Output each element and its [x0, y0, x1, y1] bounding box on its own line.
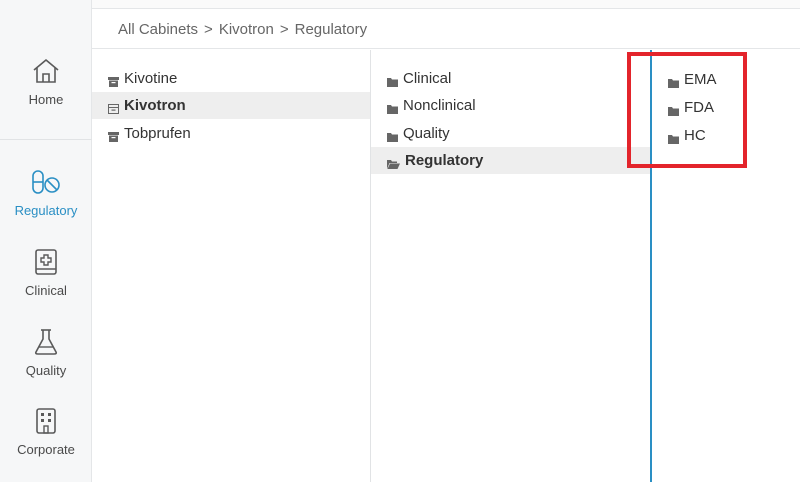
home-icon — [0, 57, 92, 85]
cabinet-open-icon — [108, 101, 119, 114]
section-label: Clinical — [403, 70, 452, 87]
folder-open-icon — [387, 156, 400, 169]
nav-label-corporate: Corporate — [17, 442, 75, 457]
folder-icon — [387, 74, 398, 87]
subfolders-column: EMA FDA HC — [650, 50, 800, 482]
nav-label-regulatory: Regulatory — [14, 203, 78, 218]
nav-label-quality: Quality — [25, 363, 67, 378]
breadcrumb-item-regulatory[interactable]: Regulatory — [295, 21, 368, 38]
cabinet-label: Kivotine — [124, 70, 178, 87]
cabinet-icon — [108, 129, 119, 142]
cabinet-item-kivotron[interactable]: Kivotron — [92, 92, 370, 119]
nav-item-quality[interactable]: Quality — [0, 328, 92, 378]
top-strip — [92, 0, 800, 9]
sections-column: Clinical Nonclinical Quality Regulatory — [371, 50, 650, 482]
section-item-quality[interactable]: Quality — [371, 120, 650, 147]
section-label: Nonclinical — [403, 97, 476, 114]
subfolder-item-fda[interactable]: FDA — [652, 94, 800, 121]
folder-icon — [387, 129, 398, 142]
section-label: Regulatory — [405, 152, 484, 169]
folder-icon — [387, 101, 398, 114]
cabinet-label: Tobprufen — [124, 125, 191, 142]
breadcrumb-separator: > — [204, 20, 213, 38]
subfolder-label: EMA — [684, 71, 717, 88]
folder-icon — [668, 103, 679, 116]
section-item-nonclinical[interactable]: Nonclinical — [371, 92, 650, 119]
nav-item-home[interactable]: Home — [0, 57, 92, 107]
cabinet-item-kivotine[interactable]: Kivotine — [92, 65, 370, 92]
breadcrumb-item-kivotron[interactable]: Kivotron — [219, 21, 274, 38]
folder-icon — [668, 131, 679, 144]
nav-item-clinical[interactable]: Clinical — [0, 248, 92, 298]
cabinet-label: Kivotron — [124, 97, 186, 114]
cabinet-item-tobprufen[interactable]: Tobprufen — [92, 120, 370, 147]
nav-label-home: Home — [28, 92, 64, 107]
subfolder-label: FDA — [684, 99, 714, 116]
nav-item-corporate[interactable]: Corporate — [0, 407, 92, 457]
breadcrumb: All Cabinets > Kivotron > Regulatory — [92, 10, 800, 49]
subfolder-item-hc[interactable]: HC — [652, 122, 800, 149]
flask-icon — [0, 328, 92, 356]
left-nav: Home Regulatory Clinical Quality Corpora… — [0, 0, 92, 482]
nav-divider — [0, 139, 92, 140]
breadcrumb-separator: > — [279, 20, 289, 38]
nav-label-clinical: Clinical — [25, 283, 67, 298]
section-item-regulatory[interactable]: Regulatory — [371, 147, 650, 174]
section-item-clinical[interactable]: Clinical — [371, 65, 650, 92]
cabinets-column: Kivotine Kivotron Tobprufen — [92, 50, 371, 482]
cabinet-icon — [108, 74, 119, 87]
section-label: Quality — [403, 125, 450, 142]
building-icon — [0, 407, 92, 435]
medical-book-icon — [0, 248, 92, 276]
subfolder-item-ema[interactable]: EMA — [652, 66, 800, 93]
breadcrumb-item-all-cabinets[interactable]: All Cabinets — [118, 21, 198, 38]
nav-item-regulatory[interactable]: Regulatory — [0, 168, 92, 218]
subfolder-label: HC — [684, 127, 706, 144]
capsule-pill-icon — [0, 168, 92, 196]
folder-icon — [668, 75, 679, 88]
